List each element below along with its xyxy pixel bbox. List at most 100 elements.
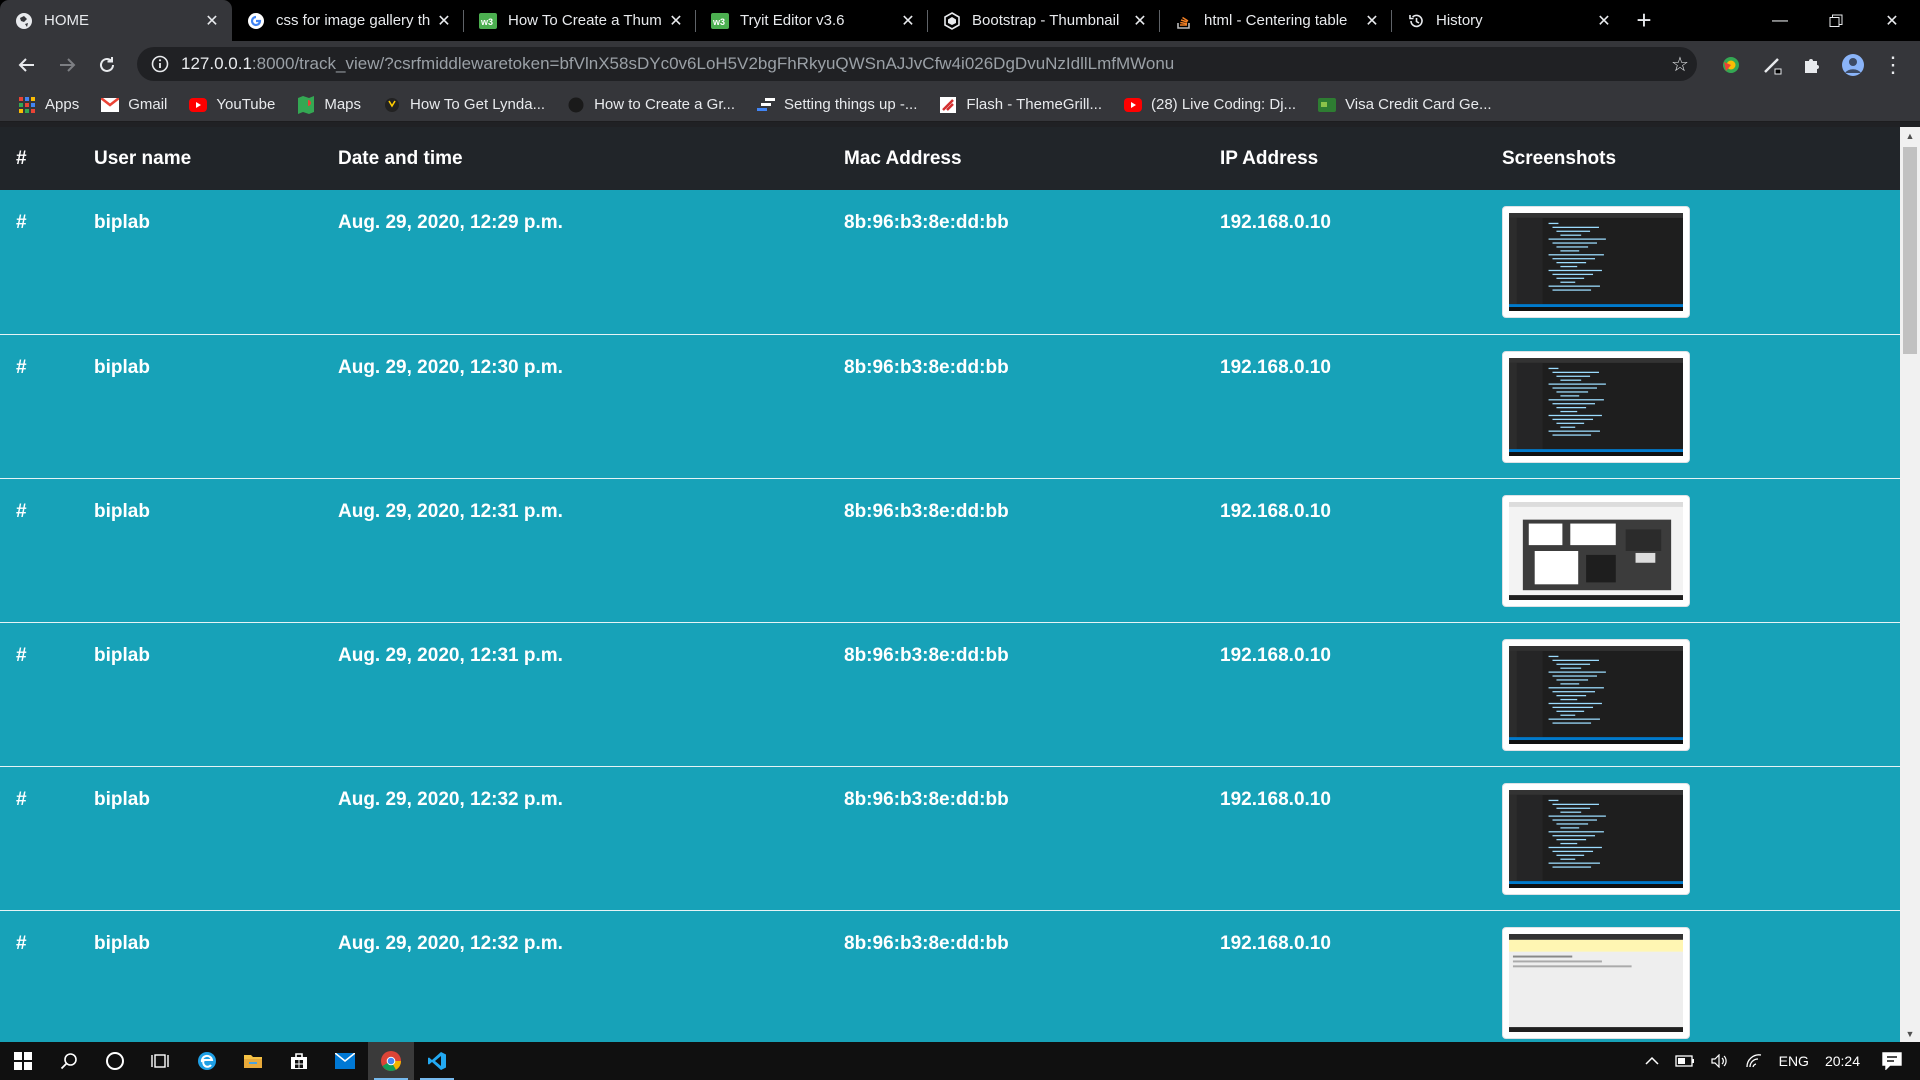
tab-bootstrap[interactable]: Bootstrap - Thumbnail ✕ <box>928 0 1160 41</box>
bookmark-youtube[interactable]: YouTube <box>189 96 275 114</box>
extensions-puzzle-icon[interactable] <box>1792 41 1832 88</box>
address-bar[interactable]: 127.0.0.1:8000/track_view/?csrfmiddlewar… <box>137 47 1697 81</box>
stackoverflow-icon <box>1174 11 1194 31</box>
tab-css-gallery[interactable]: css for image gallery th ✕ <box>232 0 464 41</box>
clock[interactable]: 20:24 <box>1825 1053 1860 1069</box>
screenshot-thumbnail[interactable] <box>1502 206 1690 318</box>
file-explorer-icon[interactable] <box>230 1042 276 1080</box>
row-username: biplab <box>94 788 150 810</box>
restore-button[interactable] <box>1808 0 1864 41</box>
battery-icon[interactable] <box>1674 1054 1695 1068</box>
row-screenshot-cell <box>1486 334 1900 478</box>
row-ip-address: 192.168.0.10 <box>1220 212 1331 233</box>
tab-thumbnail[interactable]: w3 How To Create a Thum ✕ <box>464 0 696 41</box>
bookmark-flash[interactable]: Flash - ThemeGrill... <box>939 96 1102 114</box>
scrollbar-thumb[interactable] <box>1903 147 1917 354</box>
bookmark-label: YouTube <box>216 96 276 113</box>
screenshot-thumbnail[interactable] <box>1502 350 1690 463</box>
bookmark-live-coding[interactable]: (28) Live Coding: Dj... <box>1124 96 1296 114</box>
window-controls: — ✕ <box>1752 0 1920 41</box>
edge-icon[interactable] <box>184 1042 230 1080</box>
tab-title: Bootstrap - Thumbnail <box>972 12 1120 29</box>
row-username: biplab <box>94 212 150 233</box>
row-mac-address: 8b:96:b3:8e:dd:bb <box>844 788 1009 810</box>
store-icon[interactable] <box>276 1042 322 1080</box>
google-icon <box>246 11 266 31</box>
row-mac-address: 8b:96:b3:8e:dd:bb <box>844 356 1009 378</box>
screenshot-thumbnail[interactable] <box>1502 494 1690 607</box>
info-icon[interactable] <box>149 53 171 75</box>
tab-stackoverflow[interactable]: html - Centering table ✕ <box>1160 0 1392 41</box>
notifications-icon[interactable] <box>1882 1052 1902 1070</box>
row-ip-address: 192.168.0.10 <box>1220 932 1331 954</box>
maps-icon <box>297 95 315 114</box>
bookmark-star-icon[interactable]: ☆ <box>1663 47 1697 81</box>
bookmark-setting-up[interactable]: Setting things up -... <box>756 96 917 114</box>
row-screenshot-cell <box>1486 910 1900 1042</box>
card-icon <box>1318 96 1337 114</box>
close-icon[interactable]: ✕ <box>434 11 454 31</box>
reload-button[interactable] <box>87 47 127 83</box>
table-row: # biplab Aug. 29, 2020, 12:31 p.m. 8b:96:b3… <box>0 622 1900 766</box>
svg-text:w3: w3 <box>712 17 725 27</box>
row-mac-address: 8b:96:b3:8e:dd:bb <box>844 644 1009 666</box>
bookmark-visa[interactable]: Visa Credit Card Ge... <box>1318 96 1492 114</box>
bars-icon <box>756 96 775 114</box>
bookmark-label: Maps <box>324 96 362 113</box>
new-tab-button[interactable]: + <box>1624 0 1664 41</box>
close-icon[interactable]: ✕ <box>202 11 222 31</box>
back-button[interactable] <box>7 47 47 83</box>
bookmark-maps[interactable]: Maps <box>297 95 362 114</box>
bookmark-label: Apps <box>45 96 80 113</box>
bookmark-gmail[interactable]: Gmail <box>101 96 167 114</box>
tab-title: Tryit Editor v3.6 <box>740 12 845 29</box>
tab-history[interactable]: History ✕ <box>1392 0 1624 41</box>
menu-dots-icon[interactable]: ⋮ <box>1873 41 1913 88</box>
column-header-mac: Mac Address <box>844 147 962 169</box>
bookmark-lynda[interactable]: How To Get Lynda... <box>383 96 545 114</box>
extension-pen-icon[interactable] <box>1752 41 1792 88</box>
bookmark-label: Gmail <box>128 96 168 113</box>
bookmark-label: Visa Credit Card Ge... <box>1345 96 1492 113</box>
tab-home[interactable]: HOME ✕ <box>0 0 232 41</box>
wifi-icon[interactable] <box>1745 1054 1763 1068</box>
chevron-up-icon[interactable] <box>1645 1056 1659 1066</box>
row-username: biplab <box>94 932 150 954</box>
profile-avatar[interactable] <box>1833 41 1873 88</box>
vertical-scrollbar[interactable]: ▲ ▼ <box>1900 127 1920 1042</box>
lynda-icon <box>383 96 401 114</box>
row-ip-address: 192.168.0.10 <box>1220 356 1331 378</box>
close-window-button[interactable]: ✕ <box>1864 0 1920 41</box>
volume-icon[interactable] <box>1711 1054 1729 1068</box>
scroll-down-arrow-icon[interactable]: ▼ <box>1900 1025 1920 1042</box>
cortana-icon[interactable] <box>92 1042 138 1080</box>
forward-button[interactable] <box>47 47 87 83</box>
tab-title: html - Centering table <box>1204 12 1348 29</box>
table-row: # biplab Aug. 29, 2020, 12:31 p.m. 8b:96:b3… <box>0 478 1900 622</box>
globe-icon <box>14 11 34 31</box>
close-icon[interactable]: ✕ <box>666 11 686 31</box>
close-icon[interactable]: ✕ <box>1594 11 1614 31</box>
minimize-button[interactable]: — <box>1752 0 1808 41</box>
screenshot-thumbnail[interactable] <box>1502 638 1690 751</box>
extension-color-icon[interactable] <box>1711 41 1751 88</box>
screenshot-thumbnail[interactable] <box>1502 782 1690 895</box>
mail-icon[interactable] <box>322 1042 368 1080</box>
start-button[interactable] <box>0 1042 46 1080</box>
screenshot-thumbnail[interactable] <box>1502 926 1690 1039</box>
close-icon[interactable]: ✕ <box>1130 11 1150 31</box>
task-view-icon[interactable] <box>138 1042 184 1080</box>
close-icon[interactable]: ✕ <box>898 11 918 31</box>
chrome-taskbar-icon[interactable] <box>368 1042 414 1080</box>
url-text: 127.0.0.1:8000/track_view/?csrfmiddlewar… <box>181 54 1663 74</box>
close-icon[interactable]: ✕ <box>1362 11 1382 31</box>
scroll-up-arrow-icon[interactable]: ▲ <box>1900 127 1920 144</box>
bookmark-apps[interactable]: Apps <box>18 96 79 114</box>
row-ip-address: 192.168.0.10 <box>1220 644 1331 666</box>
search-icon[interactable] <box>46 1042 92 1080</box>
row-username: biplab <box>94 644 150 666</box>
tab-tryit[interactable]: w3 Tryit Editor v3.6 ✕ <box>696 0 928 41</box>
language-indicator[interactable]: ENG <box>1779 1053 1809 1069</box>
bookmark-create-gr[interactable]: How to Create a Gr... <box>567 96 735 114</box>
vscode-icon[interactable] <box>414 1042 460 1080</box>
